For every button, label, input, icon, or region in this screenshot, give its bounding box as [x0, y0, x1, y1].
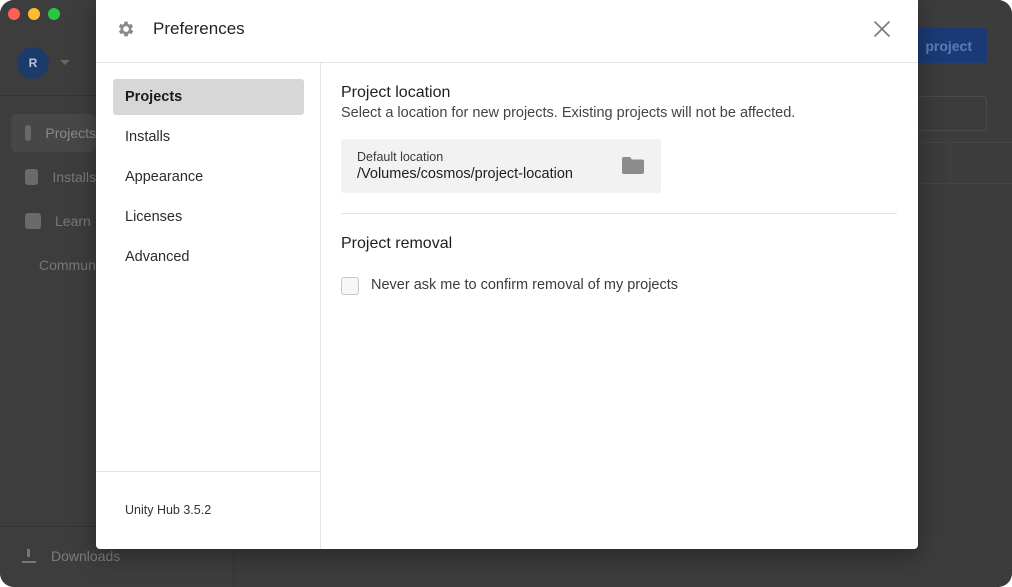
confirm-removal-checkbox[interactable] — [341, 277, 359, 295]
tab-advanced[interactable]: Advanced — [113, 239, 304, 275]
version-label: Unity Hub 3.5.2 — [125, 503, 212, 517]
default-location-field[interactable]: Default location /Volumes/cosmos/project… — [341, 139, 661, 193]
download-icon — [22, 549, 36, 563]
sidebar-item-label: Projects — [45, 125, 96, 141]
tab-licenses[interactable]: Licenses — [113, 199, 304, 235]
sidebar-footer: Unity Hub 3.5.2 — [96, 471, 321, 549]
app-window: R Projects Installs Learn Community Down… — [0, 0, 1012, 587]
cube-icon — [25, 125, 32, 141]
project-location-title: Project location — [341, 84, 451, 101]
folder-icon[interactable] — [622, 157, 644, 174]
dialog-header: Preferences — [96, 0, 918, 63]
dialog-title: Preferences — [153, 19, 245, 38]
avatar[interactable]: R — [17, 47, 49, 79]
graduation-cap-icon — [25, 213, 41, 229]
confirm-removal-label[interactable]: Never ask me to confirm removal of my pr… — [371, 277, 678, 293]
tab-appearance[interactable]: Appearance — [113, 159, 304, 195]
sidebar-item-label: Learn — [55, 213, 91, 229]
sidebar-item-projects[interactable]: Projects — [11, 114, 96, 152]
sidebar-item-installs[interactable]: Installs — [11, 158, 96, 196]
downloads-label: Downloads — [51, 548, 121, 564]
chevron-down-icon[interactable] — [60, 60, 70, 65]
sidebar-item-label: Installs — [52, 169, 96, 185]
tab-installs[interactable]: Installs — [113, 119, 304, 155]
close-icon[interactable] — [872, 19, 892, 39]
zoom-window-button[interactable] — [48, 8, 60, 20]
section-divider — [341, 213, 897, 214]
downloads-button[interactable]: Downloads — [22, 548, 120, 564]
sidebar-item-learn[interactable]: Learn — [11, 202, 96, 240]
lock-icon — [25, 169, 39, 185]
sidebar-item-community[interactable]: Community — [11, 246, 110, 284]
tab-projects[interactable]: Projects — [113, 79, 304, 115]
minimize-window-button[interactable] — [28, 8, 40, 20]
preferences-sidebar: Projects Installs Appearance Licenses Ad… — [96, 63, 321, 549]
project-location-description: Select a location for new projects. Exis… — [341, 105, 796, 121]
default-location-value: /Volumes/cosmos/project-location — [357, 166, 573, 182]
default-location-label: Default location — [357, 150, 444, 164]
column-separator — [950, 142, 951, 184]
close-window-button[interactable] — [8, 8, 20, 20]
preferences-dialog: Preferences Projects Installs Appearance… — [96, 0, 918, 549]
preferences-content: Project location Select a location for n… — [321, 63, 918, 549]
gear-icon — [118, 21, 134, 37]
project-removal-title: Project removal — [341, 235, 453, 252]
